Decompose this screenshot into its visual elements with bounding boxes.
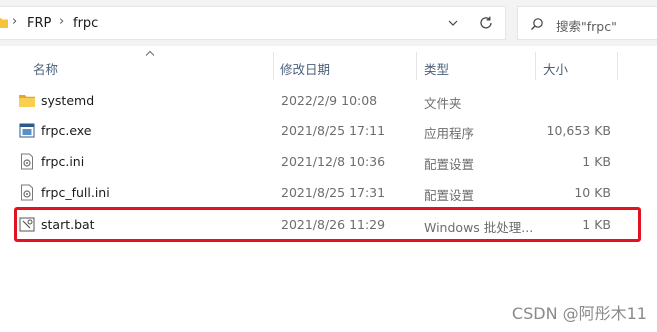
search-input[interactable]: 搜索"frpc" xyxy=(556,16,617,35)
ini-icon xyxy=(21,153,33,170)
breadcrumb-separator-icon[interactable]: › xyxy=(12,14,17,29)
column-header-name[interactable]: 名称 xyxy=(33,59,58,78)
top-bar: › FRP › frpc 搜索"frpc" xyxy=(0,0,657,46)
file-name: frpc.exe xyxy=(41,123,92,138)
column-divider[interactable] xyxy=(416,52,417,80)
file-type: 配置设置 xyxy=(424,188,475,203)
column-header-date[interactable]: 修改日期 xyxy=(280,59,330,78)
watermark: CSDN @阿彤木11 xyxy=(511,304,647,323)
address-bar[interactable]: › FRP › frpc xyxy=(0,6,506,40)
file-name: frpc_full.ini xyxy=(41,185,110,200)
file-name: start.bat xyxy=(41,217,95,232)
file-date: 2021/8/25 17:31 xyxy=(281,185,386,200)
file-date: 2021/12/8 10:36 xyxy=(281,154,386,169)
sort-up-icon xyxy=(145,50,155,56)
column-divider[interactable] xyxy=(617,52,618,80)
breadcrumb-frp[interactable]: FRP xyxy=(27,16,51,31)
folder-small-icon xyxy=(0,18,8,28)
search-icon xyxy=(531,18,543,30)
file-row-frpc-ini[interactable]: frpc.ini 2021/12/8 10:36 配置设置 1 KB xyxy=(0,147,657,177)
column-header-type[interactable]: 类型 xyxy=(424,59,449,78)
breadcrumb-separator-icon[interactable]: › xyxy=(59,14,64,29)
folder-icon xyxy=(19,95,35,107)
breadcrumb-frpc[interactable]: frpc xyxy=(73,16,98,31)
column-divider[interactable] xyxy=(535,52,536,80)
exe-icon xyxy=(19,123,35,138)
file-name: systemd xyxy=(41,93,95,108)
column-header-size[interactable]: 大小 xyxy=(543,59,568,78)
file-date: 2021/8/26 11:29 xyxy=(281,217,386,232)
bat-icon xyxy=(19,217,35,232)
file-row-frpc-exe[interactable]: frpc.exe 2021/8/25 17:11 应用程序 10,653 KB xyxy=(0,116,657,146)
file-type: Windows 批处理... xyxy=(424,220,534,235)
refresh-icon[interactable] xyxy=(477,14,495,32)
file-date: 2021/8/25 17:11 xyxy=(281,123,386,138)
file-row-systemd[interactable]: systemd 2022/2/9 10:08 文件夹 xyxy=(0,86,657,116)
column-divider[interactable] xyxy=(273,52,274,80)
file-date: 2022/2/9 10:08 xyxy=(281,93,378,108)
file-type: 文件夹 xyxy=(424,96,462,111)
file-row-frpc-full-ini[interactable]: frpc_full.ini 2021/8/25 17:31 配置设置 10 KB xyxy=(0,178,657,208)
file-type: 配置设置 xyxy=(424,157,475,172)
ini-icon xyxy=(21,184,33,201)
file-name: frpc.ini xyxy=(41,154,85,169)
file-row-start-bat[interactable]: start.bat 2021/8/26 11:29 Windows 批处理...… xyxy=(0,210,657,240)
file-type: 应用程序 xyxy=(424,126,475,141)
chevron-down-icon[interactable] xyxy=(446,16,460,30)
file-size: 10 KB xyxy=(574,185,611,200)
file-size: 1 KB xyxy=(582,217,611,232)
search-box[interactable]: 搜索"frpc" xyxy=(517,6,657,40)
file-size: 10,653 KB xyxy=(546,123,611,138)
file-size: 1 KB xyxy=(582,154,611,169)
